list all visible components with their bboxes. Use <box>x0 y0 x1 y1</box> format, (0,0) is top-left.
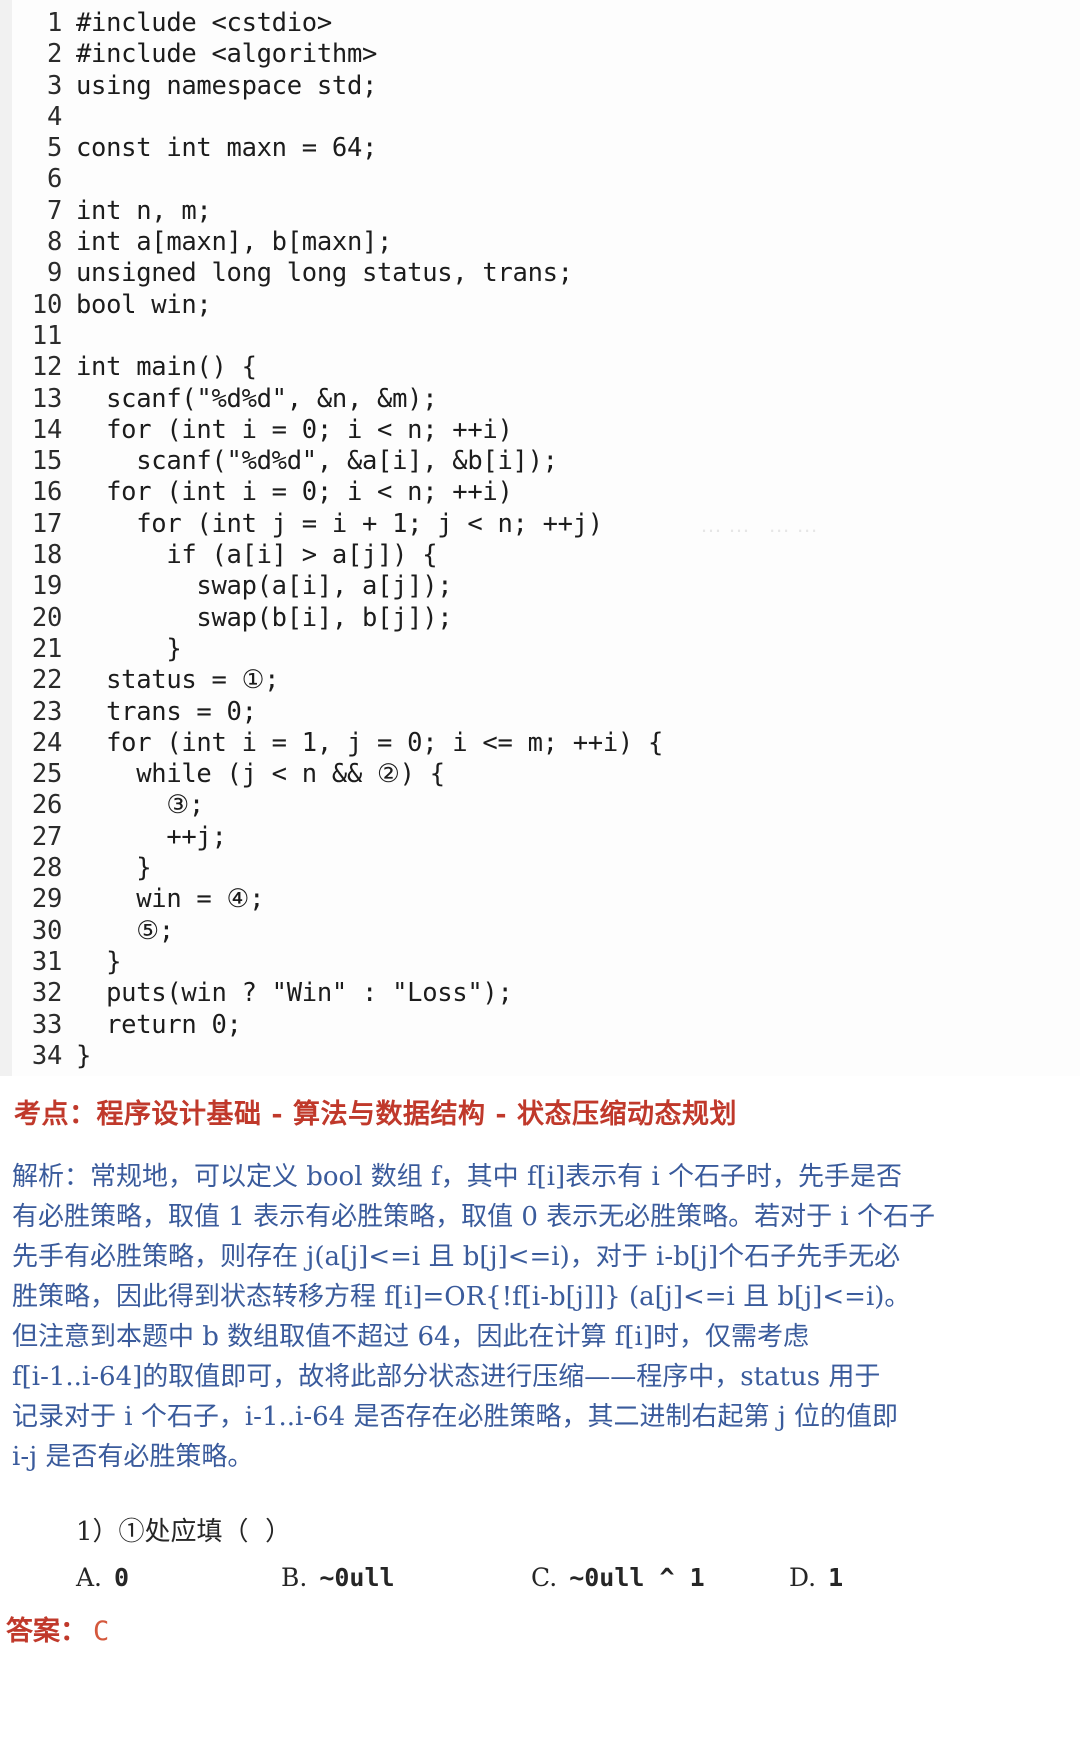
analysis-paragraph: 解析：常规地，可以定义 bool 数组 f，其中 f[i]表示有 i 个石子时，… <box>12 1157 1068 1477</box>
analysis-line: 记录对于 i 个石子，i-1..i-64 是否存在必胜策略，其二进制右起第 j … <box>12 1402 899 1433</box>
code-line-text: puts(win ? "Win" : "Loss"); <box>76 978 513 1009</box>
code-line-text: for (int i = 0; i < n; ++i) <box>76 477 513 508</box>
code-gutter-strip <box>0 0 12 1077</box>
code-line-text: } <box>76 853 152 884</box>
code-line-text: int main() { <box>76 352 257 383</box>
code-line: 17 for (int j = i + 1; j < n; ++j) <box>0 509 1080 540</box>
code-line: 2 #include <algorithm> <box>0 39 1080 70</box>
code-line: 26 ③; <box>0 790 1080 821</box>
option-letter: C. <box>531 1563 558 1593</box>
option-letter: D. <box>789 1563 817 1593</box>
code-line: 11 <box>0 321 1080 352</box>
option-text: 0 <box>114 1563 130 1593</box>
code-line: 13 scanf("%d%d", &n, &m); <box>0 384 1080 415</box>
code-listing: 1 #include <cstdio> 2 #include <algorithm> 3… <box>0 0 1080 1077</box>
analysis-line: i-j 是否有必胜策略。 <box>12 1442 254 1473</box>
analysis-line: 胜策略，因此得到状态转移方程 f[i]=OR{!f[i-b[j]]} (a[j]… <box>12 1282 911 1313</box>
code-lines-container: 1 #include <cstdio> 2 #include <algorithm> 3… <box>0 8 1080 1072</box>
code-line: 19 swap(a[i], a[j]); <box>0 571 1080 602</box>
code-line: 5 const int maxn = 64; <box>0 133 1080 164</box>
analysis-line: f[i-1..i-64]的取值即可，故将此部分状态进行压缩——程序中，statu… <box>12 1362 881 1393</box>
code-line-text: for (int j = i + 1; j < n; ++j) <box>76 508 603 539</box>
code-line: 28 } <box>0 853 1080 884</box>
code-line: 20 swap(b[i], b[j]); <box>0 603 1080 634</box>
code-line-text: int a[maxn], b[maxn]; <box>76 227 393 258</box>
code-line-text: #include <algorithm> <box>76 39 378 70</box>
code-line-text: ⑤; <box>76 915 174 946</box>
code-line-text: using namespace std; <box>76 70 378 101</box>
code-line-text: int n, m; <box>76 195 212 226</box>
option-text: ~0ull ^ 1 <box>569 1563 705 1593</box>
code-line-text: unsigned long long status, trans; <box>76 258 573 289</box>
code-line-text: scanf("%d%d", &a[i], &b[i]); <box>76 446 558 477</box>
question-options: A. 0 B. ~0ull C. ~0ull ^ 1 D. 1 <box>76 1561 1080 1595</box>
question-block: 1）①处应填（ ） A. 0 B. ~0ull C. ~0ull ^ 1 D. 1 <box>0 1515 1080 1595</box>
option-c[interactable]: C. ~0ull ^ 1 <box>531 1561 789 1595</box>
code-line: 8 int a[maxn], b[maxn]; <box>0 227 1080 258</box>
code-line-text: ++j; <box>76 821 227 852</box>
code-line-text: swap(b[i], b[j]); <box>76 602 453 633</box>
code-line: 6 <box>0 164 1080 195</box>
answer-row: 答案： C <box>6 1609 1080 1648</box>
code-line-text: } <box>76 946 122 977</box>
code-line-text: win = ④; <box>76 884 265 915</box>
code-line: 27 ++j; <box>0 822 1080 853</box>
code-line: 3 using namespace std; <box>0 71 1080 102</box>
analysis-line: 有必胜策略，取值 1 表示有必胜策略，取值 0 表示无必胜策略。若对于 i 个石… <box>12 1202 935 1233</box>
code-line-text: ③; <box>76 790 204 821</box>
code-line-text: #include <cstdio> <box>76 8 332 38</box>
code-line: 12 int main() { <box>0 352 1080 383</box>
code-line-text: status = ①; <box>76 665 280 696</box>
code-line-text: trans = 0; <box>76 696 257 727</box>
code-line: 30 ⑤; <box>0 916 1080 947</box>
option-b[interactable]: B. ~0ull <box>281 1561 531 1595</box>
code-line-text: if (a[i] > a[j]) { <box>76 540 438 571</box>
code-line: 1 #include <cstdio> <box>0 8 1080 39</box>
option-letter: B. <box>281 1563 308 1593</box>
code-line: 16 for (int i = 0; i < n; ++i) <box>0 477 1080 508</box>
code-line: 33 return 0; <box>0 1010 1080 1041</box>
code-line: 34} <box>0 1041 1080 1072</box>
question-stem: 1）①处应填（ ） <box>76 1517 292 1548</box>
option-text: ~0ull <box>319 1563 395 1593</box>
answer-value: C <box>93 1616 110 1648</box>
option-d[interactable]: D. 1 <box>789 1561 909 1595</box>
analysis-line: 解析：常规地，可以定义 bool 数组 f，其中 f[i]表示有 i 个石子时，… <box>12 1162 903 1193</box>
code-line-text: swap(a[i], a[j]); <box>76 571 453 602</box>
code-line: 9 unsigned long long status, trans; <box>0 258 1080 289</box>
option-text: 1 <box>828 1563 844 1593</box>
code-line: 14 for (int i = 0; i < n; ++i) <box>0 415 1080 446</box>
code-line: 15 scanf("%d%d", &a[i], &b[i]); <box>0 446 1080 477</box>
code-line: 18 if (a[i] > a[j]) { <box>0 540 1080 571</box>
code-line: 10 bool win; <box>0 290 1080 321</box>
option-letter: A. <box>76 1563 103 1593</box>
answer-label: 答案： <box>6 1616 87 1648</box>
code-line: 24 for (int i = 1, j = 0; i <= m; ++i) { <box>0 728 1080 759</box>
code-line: 32 puts(win ? "Win" : "Loss"); <box>0 978 1080 1009</box>
analysis-line: 但注意到本题中 b 数组取值不超过 64，因此在计算 f[i]时，仅需考虑 <box>12 1322 810 1353</box>
code-line: 31 } <box>0 947 1080 978</box>
code-line: 25 while (j < n && ②) { <box>0 759 1080 790</box>
code-line-text: } <box>76 633 182 664</box>
code-line: 29 win = ④; <box>0 884 1080 915</box>
code-line: 7 int n, m; <box>0 196 1080 227</box>
option-a[interactable]: A. 0 <box>76 1561 281 1595</box>
code-line: 23 trans = 0; <box>0 697 1080 728</box>
code-line-text: scanf("%d%d", &n, &m); <box>76 383 438 414</box>
code-line-text: const int maxn = 64; <box>76 133 378 164</box>
analysis-line: 先手有必胜策略，则存在 j(a[j]<=i 且 b[j]<=i)，对于 i-b[… <box>12 1242 901 1273</box>
code-line-text: } <box>76 1040 92 1071</box>
code-line: 4 <box>0 102 1080 133</box>
keypoint-heading: 考点：程序设计基础 - 算法与数据结构 - 状态压缩动态规划 <box>14 1099 738 1131</box>
code-line: 21 } <box>0 634 1080 665</box>
code-line-text: for (int i = 1, j = 0; i <= m; ++i) { <box>76 727 664 758</box>
code-line-text: return 0; <box>76 1009 242 1040</box>
code-line-text: bool win; <box>76 289 212 320</box>
code-line-text: for (int i = 0; i < n; ++i) <box>76 414 513 445</box>
code-line: 22 status = ①; <box>0 665 1080 696</box>
code-line-text: while (j < n && ②) { <box>76 759 445 790</box>
